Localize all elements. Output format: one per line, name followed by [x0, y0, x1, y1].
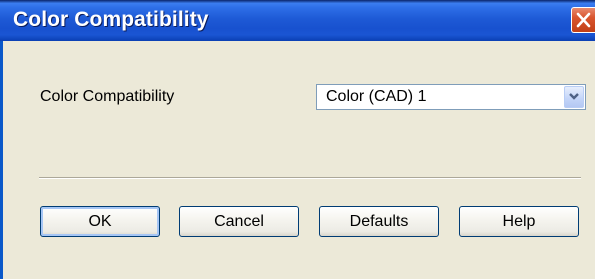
- selected-value: Color (CAD) 1: [326, 88, 427, 105]
- color-compatibility-select[interactable]: Color (CAD) 1: [316, 84, 586, 110]
- defaults-button[interactable]: Defaults: [319, 206, 439, 237]
- separator: [39, 177, 581, 179]
- dropdown-button[interactable]: [564, 86, 584, 108]
- title-bar: Color Compatibility: [0, 0, 595, 41]
- cancel-button[interactable]: Cancel: [179, 206, 299, 237]
- close-button[interactable]: [571, 7, 595, 33]
- chevron-down-icon: [569, 93, 579, 100]
- help-button[interactable]: Help: [459, 206, 579, 237]
- window-title: Color Compatibility: [13, 8, 209, 31]
- close-icon: [576, 12, 591, 28]
- dialog-window: Color Compatibility Color Compatibility …: [0, 0, 595, 279]
- color-compatibility-label: Color Compatibility: [40, 88, 175, 105]
- ok-button[interactable]: OK: [40, 206, 160, 237]
